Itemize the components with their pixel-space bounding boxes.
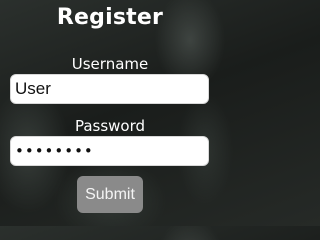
username-label: Username	[71, 55, 149, 73]
password-label: Password	[74, 117, 146, 135]
submit-button[interactable]: Submit	[77, 176, 143, 213]
username-input[interactable]	[10, 74, 209, 104]
form-title: Register	[56, 5, 164, 30]
register-form: Register Username Password Submit	[0, 0, 220, 226]
password-input[interactable]	[10, 136, 209, 166]
